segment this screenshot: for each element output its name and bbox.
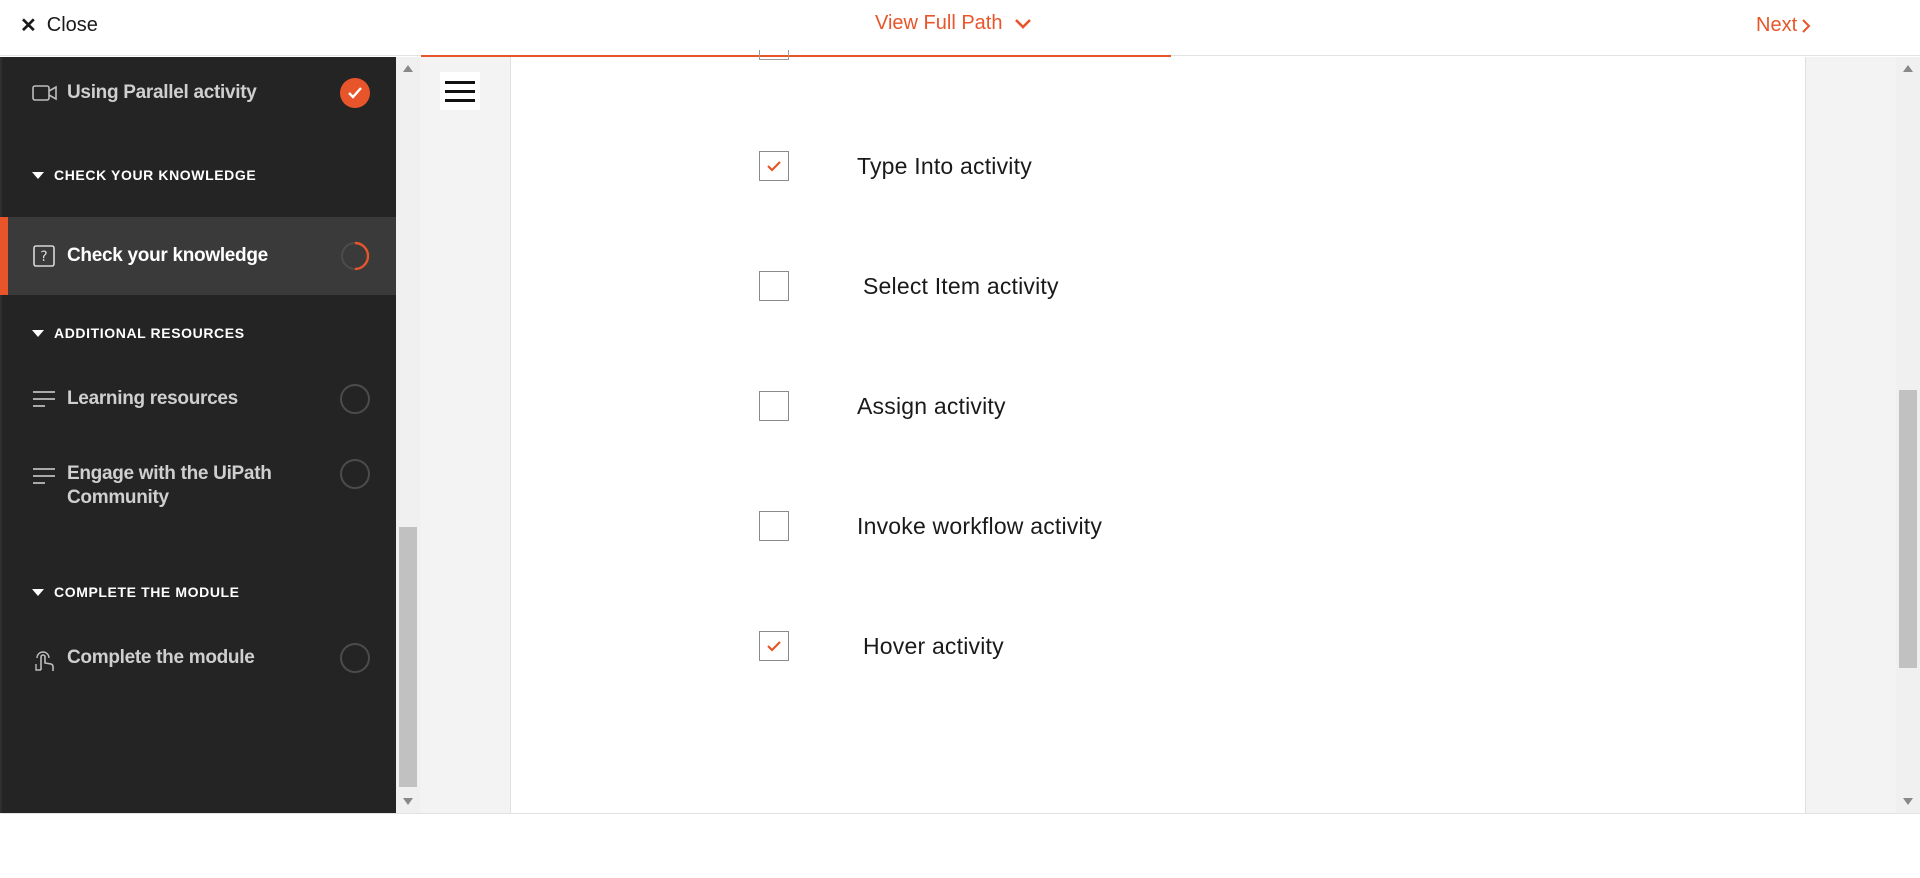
- option-invoke-workflow-activity[interactable]: Invoke workflow activity: [759, 511, 1102, 541]
- not-started-icon: [340, 384, 370, 414]
- touch-icon: [32, 646, 58, 671]
- scroll-down-icon[interactable]: [1903, 798, 1913, 805]
- hamburger-line: [445, 80, 475, 84]
- quiz-card: [510, 57, 1806, 813]
- sidebar-item-label: Check your knowledge: [67, 245, 268, 266]
- option-label: Invoke workflow activity: [857, 512, 1103, 539]
- option-select-item-activity[interactable]: Select Item activity: [759, 271, 1059, 301]
- video-icon: [32, 82, 58, 106]
- close-button[interactable]: ✕ Close: [20, 14, 98, 37]
- option-assign-activity[interactable]: Assign activity: [759, 391, 1006, 421]
- scroll-down-icon[interactable]: [403, 798, 413, 805]
- completed-check-icon: [340, 78, 370, 108]
- menu-toggle-button[interactable]: [440, 72, 480, 110]
- in-progress-icon: [340, 241, 370, 271]
- check-icon: [767, 161, 781, 172]
- sidebar-item-check-your-knowledge[interactable]: ? Check your knowledge: [0, 217, 398, 295]
- sidebar-item-label: Learning resources: [67, 388, 238, 409]
- hamburger-line: [445, 89, 475, 93]
- top-bar: ✕ Close View Full Path Next: [0, 0, 1920, 56]
- section-label: COMPLETE THE MODULE: [54, 584, 240, 600]
- option-type-into-activity[interactable]: Type Into activity: [759, 151, 1032, 181]
- caret-down-icon: [32, 171, 44, 179]
- option-label: Select Item activity: [863, 272, 1059, 299]
- active-indicator: [0, 217, 8, 295]
- checkbox-checked[interactable]: [759, 631, 789, 661]
- view-full-path-label: View Full Path: [875, 12, 1003, 34]
- content-scroll-thumb[interactable]: [1899, 390, 1917, 668]
- scroll-up-icon[interactable]: [1903, 65, 1913, 72]
- course-outline-sidebar: Using Parallel activity CHECK YOUR KNOWL…: [0, 57, 398, 813]
- option-label: Type Into activity: [857, 152, 1032, 179]
- option-label: Assign activity: [857, 392, 1006, 419]
- section-additional-resources[interactable]: ADDITIONAL RESOURCES: [32, 325, 245, 341]
- option-hover-activity[interactable]: Hover activity: [759, 631, 1004, 661]
- section-label: CHECK YOUR KNOWLEDGE: [54, 167, 257, 183]
- next-button[interactable]: Next: [1756, 14, 1811, 37]
- content-scrollbar[interactable]: [1896, 57, 1920, 813]
- hamburger-line: [445, 98, 475, 102]
- checkbox-partially-visible[interactable]: [759, 50, 789, 60]
- section-check-your-knowledge[interactable]: CHECK YOUR KNOWLEDGE: [32, 167, 256, 183]
- sidebar-item-learning-resources[interactable]: Learning resources: [2, 375, 398, 425]
- sidebar-item-complete-the-module[interactable]: Complete the module: [2, 634, 398, 684]
- sidebar-item-label: Using Parallel activity: [67, 82, 257, 103]
- svg-text:?: ?: [40, 249, 47, 265]
- close-label: Close: [46, 14, 98, 36]
- chevron-down-icon: [1015, 18, 1032, 29]
- checkbox-unchecked[interactable]: [759, 511, 789, 541]
- sidebar-item-engage-community[interactable]: Engage with the UiPath Community: [2, 451, 398, 511]
- text-lines-icon: [32, 465, 58, 489]
- check-icon: [767, 641, 781, 652]
- sidebar-scrollbar[interactable]: [396, 57, 420, 813]
- close-icon: ✕: [20, 14, 37, 37]
- option-label: Hover activity: [863, 632, 1004, 659]
- text-lines-icon: [32, 388, 58, 412]
- sidebar-item-using-parallel-activity[interactable]: Using Parallel activity: [2, 69, 398, 117]
- sidebar-scroll-thumb[interactable]: [399, 527, 417, 787]
- checkbox-unchecked[interactable]: [759, 391, 789, 421]
- next-label: Next: [1756, 14, 1798, 36]
- divider: [0, 813, 1920, 814]
- section-complete-the-module[interactable]: COMPLETE THE MODULE: [32, 584, 240, 600]
- caret-down-icon: [32, 329, 44, 337]
- sidebar-item-label: Engage with the UiPath Community: [67, 463, 272, 508]
- checkbox-unchecked[interactable]: [759, 271, 789, 301]
- not-started-icon: [340, 459, 370, 489]
- checkbox-checked[interactable]: [759, 151, 789, 181]
- section-label: ADDITIONAL RESOURCES: [54, 325, 245, 341]
- view-full-path-button[interactable]: View Full Path: [875, 12, 1032, 35]
- not-started-icon: [340, 643, 370, 673]
- question-icon: ?: [32, 244, 58, 268]
- chevron-right-icon: [1802, 18, 1811, 33]
- scroll-up-icon[interactable]: [403, 65, 413, 72]
- sidebar-item-label: Complete the module: [67, 647, 255, 668]
- caret-down-icon: [32, 588, 44, 596]
